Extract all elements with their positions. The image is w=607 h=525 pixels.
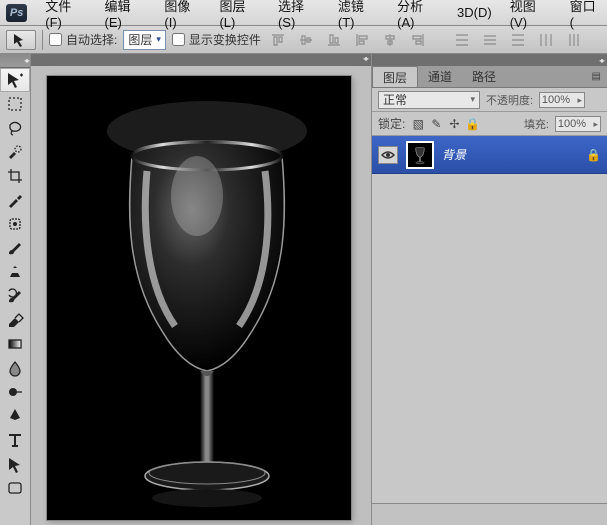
panel-tabs: 图层 通道 路径 ▤ xyxy=(372,66,607,88)
eye-icon xyxy=(381,150,395,160)
options-bar: 自动选择: 图层 ▾ 显示变换控件 xyxy=(0,26,607,54)
panel-header[interactable]: ◂▸ xyxy=(372,54,607,66)
distribute-bottom-icon[interactable] xyxy=(507,30,529,50)
type-tool[interactable] xyxy=(0,428,30,452)
crop-tool[interactable] xyxy=(0,164,30,188)
tab-layers[interactable]: 图层 xyxy=(372,66,418,87)
align-top-icon[interactable] xyxy=(267,30,289,50)
menu-select[interactable]: 选择(S) xyxy=(270,0,328,33)
tool-panel-header[interactable]: ◂▸ xyxy=(0,54,30,68)
lock-icon: 🔒 xyxy=(586,148,601,162)
lock-label: 锁定: xyxy=(378,115,405,132)
tool-panel: ◂▸ xyxy=(0,54,31,525)
auto-select-value: 图层 xyxy=(128,31,152,48)
canvas-area: ◂▸ xyxy=(31,54,371,525)
tab-channels[interactable]: 通道 xyxy=(418,66,462,87)
layer-name[interactable]: 背景 xyxy=(442,146,578,163)
layer-row[interactable]: 背景 🔒 xyxy=(372,136,607,174)
healing-brush-tool[interactable] xyxy=(0,212,30,236)
align-vcenter-icon[interactable] xyxy=(295,30,317,50)
opacity-label: 不透明度: xyxy=(486,92,533,108)
distribute-left-icon[interactable] xyxy=(535,30,557,50)
show-transform-checkbox[interactable]: 显示变换控件 xyxy=(172,31,261,48)
clone-stamp-tool[interactable] xyxy=(0,260,30,284)
chevron-down-icon: ▾ xyxy=(156,34,161,45)
auto-select-checkbox[interactable]: 自动选择: xyxy=(49,31,117,48)
collapse-icon: ◂▸ xyxy=(363,54,367,63)
blur-tool[interactable] xyxy=(0,356,30,380)
opacity-input[interactable]: 100% xyxy=(539,92,585,108)
menu-analysis[interactable]: 分析(A) xyxy=(389,0,447,33)
menu-window[interactable]: 窗口( xyxy=(562,0,607,33)
layers-panel: ◂▸ 图层 通道 路径 ▤ 正常 ▾ 不透明度: 100% 锁定: ▧ ✎ ✢ … xyxy=(371,54,607,525)
auto-select-dropdown[interactable]: 图层 ▾ xyxy=(123,30,166,50)
align-left-icon[interactable] xyxy=(351,30,373,50)
app-logo: Ps xyxy=(6,4,27,22)
menu-filter[interactable]: 滤镜(T) xyxy=(330,0,387,33)
lock-pixels-icon[interactable]: ✎ xyxy=(429,117,443,131)
auto-select-label: 自动选择: xyxy=(66,31,117,48)
blend-mode-value: 正常 xyxy=(383,91,407,108)
distribute-hcenter-icon[interactable] xyxy=(563,30,585,50)
shape-tool[interactable] xyxy=(0,476,30,500)
eyedropper-tool[interactable] xyxy=(0,188,30,212)
gradient-tool[interactable] xyxy=(0,332,30,356)
quick-select-tool[interactable] xyxy=(0,140,30,164)
menu-layer[interactable]: 图层(L) xyxy=(211,0,268,33)
menu-image[interactable]: 图像(I) xyxy=(156,0,209,33)
workspace: ◂▸ ◂▸ xyxy=(0,54,607,525)
lasso-tool[interactable] xyxy=(0,116,30,140)
separator xyxy=(42,30,43,50)
visibility-toggle[interactable] xyxy=(378,146,398,164)
chevron-down-icon: ▾ xyxy=(470,94,475,105)
menu-file[interactable]: 文件(F) xyxy=(37,0,94,33)
panel-footer xyxy=(372,503,607,525)
layer-thumbnail[interactable] xyxy=(406,141,434,169)
move-tool[interactable] xyxy=(0,68,30,92)
path-select-tool[interactable] xyxy=(0,452,30,476)
fill-label: 填充: xyxy=(524,116,549,132)
distribute-top-icon[interactable] xyxy=(451,30,473,50)
brush-tool[interactable] xyxy=(0,236,30,260)
tab-paths[interactable]: 路径 xyxy=(462,66,506,87)
collapse-icon: ◂▸ xyxy=(24,56,28,65)
layer-list: 背景 🔒 xyxy=(372,136,607,503)
align-bottom-icon[interactable] xyxy=(323,30,345,50)
blend-mode-row: 正常 ▾ 不透明度: 100% xyxy=(372,88,607,112)
panel-menu-icon[interactable]: ▤ xyxy=(592,71,607,82)
eraser-tool[interactable] xyxy=(0,308,30,332)
current-tool-indicator[interactable] xyxy=(6,30,36,50)
wine-glass-image xyxy=(47,76,351,520)
lock-transparency-icon[interactable]: ▧ xyxy=(411,117,425,131)
lock-position-icon[interactable]: ✢ xyxy=(447,117,461,131)
fill-input[interactable]: 100% xyxy=(555,116,601,132)
distribute-vcenter-icon[interactable] xyxy=(479,30,501,50)
show-transform-label: 显示变换控件 xyxy=(189,31,261,48)
menu-edit[interactable]: 编辑(E) xyxy=(97,0,155,33)
marquee-tool[interactable] xyxy=(0,92,30,116)
dodge-tool[interactable] xyxy=(0,380,30,404)
align-hcenter-icon[interactable] xyxy=(379,30,401,50)
document-tab-strip[interactable]: ◂▸ xyxy=(31,54,371,66)
menu-view[interactable]: 视图(V) xyxy=(502,0,560,33)
document-canvas[interactable] xyxy=(47,76,351,520)
blend-mode-dropdown[interactable]: 正常 ▾ xyxy=(378,91,480,109)
pen-tool[interactable] xyxy=(0,404,30,428)
collapse-icon: ◂▸ xyxy=(599,56,603,65)
lock-all-icon[interactable]: 🔒 xyxy=(465,117,479,131)
menu-bar: Ps 文件(F) 编辑(E) 图像(I) 图层(L) 选择(S) 滤镜(T) 分… xyxy=(0,0,607,26)
align-right-icon[interactable] xyxy=(407,30,429,50)
history-brush-tool[interactable] xyxy=(0,284,30,308)
lock-row: 锁定: ▧ ✎ ✢ 🔒 填充: 100% xyxy=(372,112,607,136)
menu-3d[interactable]: 3D(D) xyxy=(449,2,500,23)
